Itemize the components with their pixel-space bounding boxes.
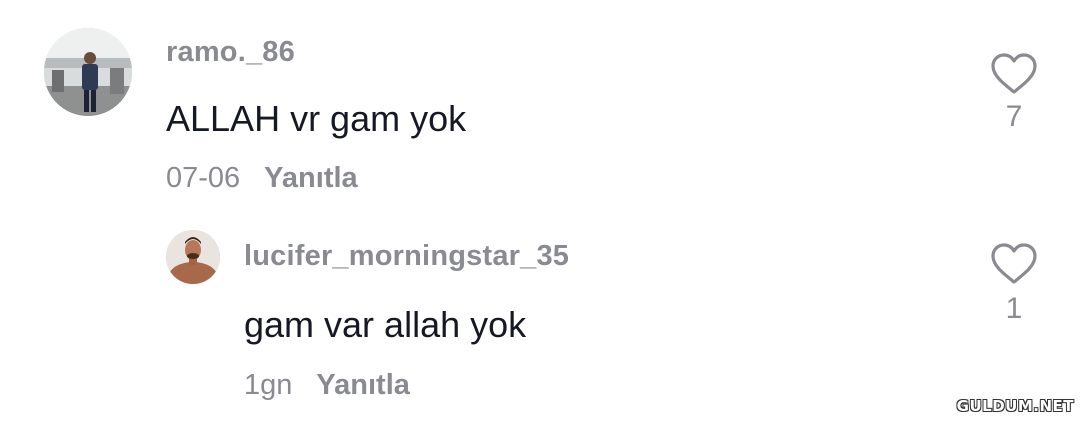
heart-outline-icon[interactable]: [990, 52, 1038, 96]
avatar[interactable]: [44, 28, 132, 116]
heart-outline-icon[interactable]: [990, 242, 1038, 286]
watermark: GULDUM.NET: [956, 397, 1074, 415]
comment-username[interactable]: ramo._86: [166, 36, 295, 69]
comment-meta: 07-06 Yanıtla: [166, 162, 358, 195]
avatar[interactable]: [166, 230, 220, 284]
reply-button[interactable]: Yanıtla: [264, 162, 358, 195]
comment-meta: 1gn Yanıtla: [244, 369, 410, 402]
comment-date: 1gn: [244, 369, 293, 401]
comment-text: ALLAH vr gam yok: [166, 98, 467, 139]
comment-text: gam var allah yok: [244, 304, 527, 345]
like-count: 1: [1005, 292, 1023, 325]
reply-button[interactable]: Yanıtla: [316, 369, 410, 402]
comment-date: 07-06: [166, 162, 241, 194]
comment-username[interactable]: lucifer_morningstar_35: [244, 240, 569, 273]
like-count: 7: [1005, 100, 1023, 133]
